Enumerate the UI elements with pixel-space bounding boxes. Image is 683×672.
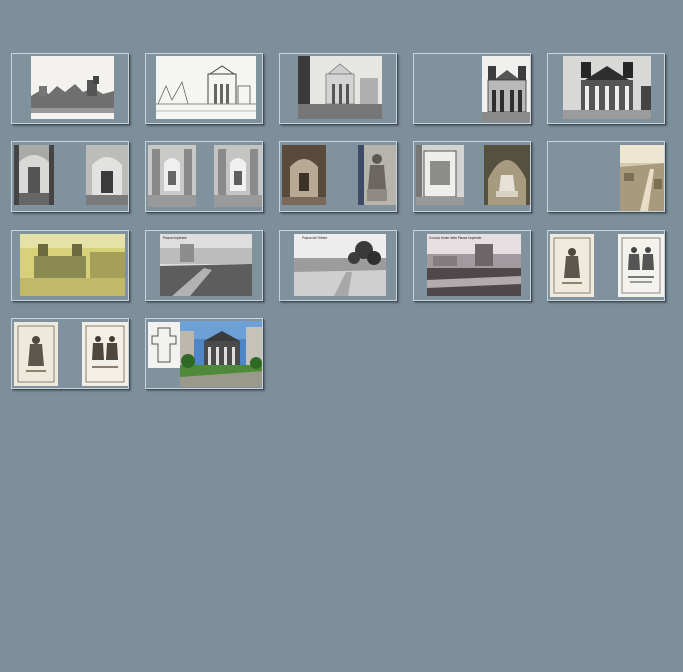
- church-street-photo-image: [298, 56, 382, 119]
- street-trees-photo-image: Piazza del Ortiere: [294, 234, 386, 296]
- altar-interior-right-image: [214, 145, 262, 207]
- holy-card-right-image: [618, 234, 664, 297]
- thumbnail-1[interactable]: [11, 53, 129, 124]
- thumbnail-16[interactable]: [11, 318, 129, 389]
- thumbnail-10[interactable]: [547, 141, 665, 212]
- thumbnail-11[interactable]: [11, 230, 129, 301]
- monument-image: [484, 145, 530, 205]
- church-plan-image: [148, 322, 180, 368]
- thumbnail-7[interactable]: [145, 141, 263, 212]
- ruins-engraving-image: [31, 56, 114, 119]
- statue-image: [358, 145, 396, 205]
- holy-card-left-image: [550, 234, 594, 297]
- church-interior-left-image: [14, 145, 54, 205]
- square-photo-image: Il nuovo fronte della Piazza Imperiale: [427, 234, 521, 296]
- thumbnail-12[interactable]: Piazza Imperiale: [145, 230, 263, 301]
- church-interior-right-image: [86, 145, 128, 205]
- altar-interior-left-image: [148, 145, 196, 207]
- thumbnail-8[interactable]: [279, 141, 397, 212]
- image-label: Il nuovo fronte della Piazza Imperiale: [429, 236, 482, 240]
- thumbnail-3[interactable]: [279, 53, 397, 124]
- thumbnail-4[interactable]: [413, 53, 531, 124]
- tomb-image: [416, 145, 464, 205]
- holy-card-left-image: [14, 322, 58, 386]
- holy-card-right-image: [82, 322, 128, 386]
- colored-postcard-image: [20, 234, 125, 296]
- demolition-photo-image: Piazza Imperiale: [160, 234, 252, 296]
- chapel-image: [282, 145, 326, 205]
- thumbnail-5[interactable]: [547, 53, 665, 124]
- thumbnail-14[interactable]: Il nuovo fronte della Piazza Imperiale: [413, 230, 531, 301]
- modern-church-photo-image: [180, 321, 262, 387]
- church-facade-photo-image: [482, 56, 530, 122]
- thumbnail-2[interactable]: [145, 53, 263, 124]
- image-label: Piazza Imperiale: [163, 236, 187, 240]
- city-aerial-image: [620, 145, 664, 211]
- thumbnail-17[interactable]: [145, 318, 263, 389]
- thumbnail-13[interactable]: Piazza del Ortiere: [279, 230, 397, 301]
- thumbnail-15[interactable]: [547, 230, 665, 301]
- church-facade-sketch-image: [156, 56, 256, 119]
- thumbnail-9[interactable]: [413, 141, 531, 212]
- image-label: Piazza del Ortiere: [302, 236, 328, 240]
- church-portico-photo-image: [563, 56, 651, 119]
- thumbnail-6[interactable]: [11, 141, 129, 212]
